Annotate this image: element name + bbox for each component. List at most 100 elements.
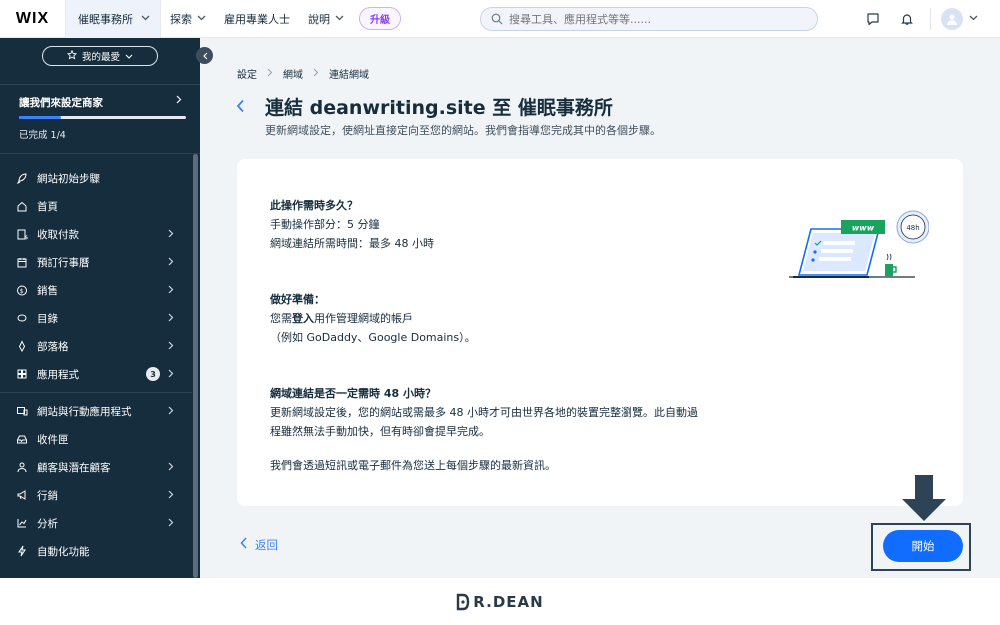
sidebar-item[interactable]: 分析: [0, 509, 192, 537]
sidebar-item[interactable]: 首頁: [0, 192, 192, 220]
chevron-down-icon: [141, 14, 150, 24]
back-button[interactable]: 返回: [240, 537, 278, 553]
chat-icon[interactable]: [856, 0, 890, 38]
sidebar-item[interactable]: 顧客與潛在顧客: [0, 453, 192, 481]
faq-heading: 網域連結是否一定需時 48 小時？: [270, 387, 436, 400]
svg-text:$: $: [25, 235, 28, 240]
chevron-down-icon: [335, 14, 344, 24]
sidebar-item[interactable]: $ 收取付款: [0, 220, 192, 248]
sidebar-item-label: 行銷: [37, 489, 58, 502]
sidebar-item-label: 收取付款: [37, 228, 79, 241]
sidebar-item-label: 顧客與潛在顧客: [37, 461, 111, 474]
top-icons: [856, 0, 978, 38]
wix-logo[interactable]: WIX: [0, 0, 66, 38]
setup-title: 讓我們來設定商家: [19, 97, 103, 109]
sidebar-item[interactable]: 收件匣: [0, 425, 192, 453]
pointer-arrow-icon: [900, 475, 948, 521]
search-input[interactable]: [509, 12, 799, 26]
domain-connect-illustration: www 48h: [789, 207, 930, 285]
sidebar-item[interactable]: 網站初始步驟: [0, 164, 192, 192]
sidebar-item-label: 收件匣: [37, 433, 69, 446]
clock-label: 48h: [906, 224, 919, 232]
chevron-right-icon: [168, 489, 174, 502]
chevron-down-icon: [197, 14, 206, 24]
setup-progress-card[interactable]: 讓我們來設定商家 已完成 1/4: [0, 84, 200, 154]
breadcrumb-domains[interactable]: 網域: [283, 66, 303, 81]
sidebar-scrollbar[interactable]: [193, 154, 198, 578]
dollar-icon: $: [16, 284, 28, 296]
prepare-example: （例如 GoDaddy、Google Domains）。: [270, 331, 476, 344]
chevron-right-icon: [313, 68, 319, 80]
bell-icon[interactable]: [890, 0, 924, 38]
sidebar-item[interactable]: 網站與行動應用程式: [0, 397, 192, 425]
sidebar-item[interactable]: 部落格: [0, 332, 192, 360]
site-selector[interactable]: 催眠事務所: [66, 0, 161, 38]
sidebar-item-label: 應用程式: [37, 368, 79, 381]
setup-progress-fill: [19, 116, 61, 119]
search-bar[interactable]: [480, 7, 818, 31]
brand-d-icon: [457, 593, 470, 610]
faq-line1: 更新網域設定後，您的網站或需最多 48 小時才可由世界各地的裝置完整瀏覽。此自動…: [270, 406, 698, 419]
collapse-sidebar-button[interactable]: [196, 47, 213, 64]
chevron-right-icon: [168, 517, 174, 530]
chevron-right-icon: [176, 94, 182, 107]
sidebar-item-label: 部落格: [37, 340, 69, 353]
site-name: 催眠事務所: [78, 12, 133, 26]
time-heading: 此操作需時多久？: [270, 199, 358, 212]
sidebar: 我的最愛 讓我們來設定商家 已完成 1/4 網站初始步驟首頁 $ 收取付款預訂行事曆…: [0, 38, 213, 578]
upgrade-button[interactable]: 升級: [359, 7, 401, 30]
pen-icon: [16, 340, 28, 352]
prepare-line1-post: 用作管理網域的帳戶: [314, 312, 413, 325]
prepare-heading: 做好準備：: [270, 293, 325, 306]
setup-status: 已完成 1/4: [19, 130, 66, 141]
sidebar-item[interactable]: 目錄: [0, 304, 192, 332]
payment-icon: $: [16, 228, 28, 240]
setup-progress-bar: [19, 116, 186, 119]
chevron-down-icon[interactable]: [969, 14, 978, 24]
rocket-icon: [16, 172, 28, 184]
sidebar-item-label: 網站初始步驟: [37, 172, 100, 185]
chevron-right-icon: [168, 368, 174, 381]
nav-explore[interactable]: 探索: [161, 0, 215, 38]
sidebar-divider: [0, 392, 192, 393]
sidebar-item[interactable]: 行銷: [0, 481, 192, 509]
page-title: 連結 deanwriting.site 至 催眠事務所: [265, 97, 613, 119]
faq-line3: 我們會透過短訊或電子郵件為您送上每個步驟的最新資訊。: [270, 459, 556, 472]
search-icon: [491, 10, 503, 29]
main-content: 設定 網域 連結網域 連結 deanwriting.site 至 催眠事務所 更…: [200, 38, 1000, 578]
start-button[interactable]: 開始: [883, 530, 963, 562]
svg-text:$: $: [20, 288, 24, 295]
chevron-right-icon: [168, 312, 174, 325]
brand-logo: R.DEAN: [456, 593, 543, 611]
sidebar-item-label: 自動化功能: [37, 545, 90, 558]
nav-help[interactable]: 說明: [299, 0, 353, 38]
page-subtitle: 更新網域設定，使網址直接定向至您的網站。我們會指導您完成其中的各個步驟。: [265, 124, 661, 137]
inbox-icon: [16, 433, 28, 445]
sidebar-item-label: 目錄: [37, 312, 58, 325]
chart-icon: [16, 517, 28, 529]
chevron-left-icon: [240, 537, 247, 553]
sidebar-item[interactable]: 自動化功能: [0, 537, 192, 565]
sidebar-item[interactable]: 預訂行事曆: [0, 248, 192, 276]
sidebar-item[interactable]: $ 銷售: [0, 276, 192, 304]
back-arrow-icon[interactable]: [236, 98, 245, 117]
nav-hire-pro-label: 雇用專業人士: [224, 12, 290, 26]
favorites-button[interactable]: 我的最愛: [42, 46, 158, 66]
count-badge: 3: [146, 367, 160, 381]
time-connect: 網域連結所需時間：最多 48 小時: [270, 237, 434, 250]
faq-section: 網域連結是否一定需時 48 小時？ 更新網域設定後，您的網站或需最多 48 小時…: [270, 384, 698, 475]
bolt-icon: [16, 545, 28, 557]
nav-explore-label: 探索: [170, 12, 192, 26]
nav-hire-pro[interactable]: 雇用專業人士: [215, 0, 299, 38]
chevron-down-icon: [125, 51, 133, 62]
avatar[interactable]: [941, 8, 963, 30]
info-card: 此操作需時多久？ 手動操作部分：5 分鐘 網域連結所需時間：最多 48 小時 做…: [237, 159, 963, 506]
people-icon: [16, 461, 28, 473]
calendar-icon: [16, 256, 28, 268]
chevron-right-icon: [168, 284, 174, 297]
breadcrumb-settings[interactable]: 設定: [237, 66, 257, 81]
chevron-right-icon: [168, 340, 174, 353]
favorites-label: 我的最愛: [81, 52, 120, 63]
tag-icon: [16, 312, 28, 324]
sidebar-item[interactable]: 應用程式 3: [0, 360, 192, 388]
